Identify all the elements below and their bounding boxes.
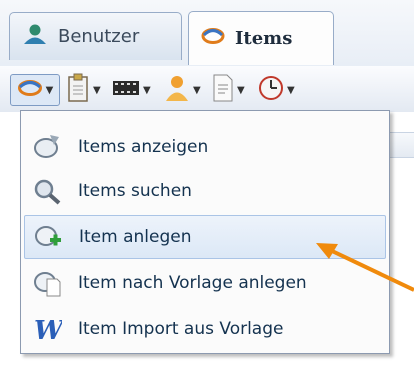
- film-menu-button[interactable]: ▼: [112, 74, 151, 106]
- tab-strip: Benutzer Items: [0, 0, 414, 66]
- clock-icon: [258, 75, 284, 105]
- tab-items[interactable]: Items: [188, 11, 334, 65]
- menu-item-label: Items anzeigen: [78, 137, 209, 157]
- template-icon: [30, 268, 64, 298]
- menu-item-label: Item anlegen: [79, 227, 192, 247]
- add-item-icon: [31, 222, 65, 252]
- toolbar: ▼ ▼ ▼ ▼ ▼ ▼: [0, 66, 414, 113]
- tab-items-label: Items: [235, 28, 293, 49]
- menu-item-items-suchen[interactable]: Items suchen: [24, 169, 386, 213]
- film-icon: [112, 77, 140, 103]
- chevron-down-icon: ▼: [143, 84, 151, 96]
- chevron-down-icon: ▼: [237, 84, 245, 96]
- clipboard-icon: [66, 73, 90, 107]
- menu-item-items-anzeigen[interactable]: Items anzeigen: [24, 125, 386, 169]
- chevron-down-icon: ▼: [45, 84, 54, 96]
- menu-item-item-anlegen[interactable]: Item anlegen: [24, 215, 386, 259]
- clock-menu-button[interactable]: ▼: [258, 74, 295, 106]
- chevron-down-icon: ▼: [287, 84, 295, 96]
- items-menu-button[interactable]: ▼: [10, 74, 60, 106]
- user-icon: [164, 74, 190, 106]
- tab-benutzer[interactable]: Benutzer: [9, 12, 182, 60]
- document-icon: [212, 74, 234, 106]
- items-dropdown-menu: Items anzeigen Items suchen Item anlegen: [20, 110, 390, 354]
- chevron-down-icon: ▼: [193, 84, 201, 96]
- menu-item-label: Items suchen: [78, 181, 192, 201]
- menu-item-item-nach-vorlage-anlegen[interactable]: Item nach Vorlage anlegen: [24, 261, 386, 305]
- items-icon: [201, 27, 225, 50]
- document-menu-button[interactable]: ▼: [212, 74, 245, 106]
- content-header: [386, 132, 414, 158]
- word-icon: W: [30, 314, 64, 344]
- chevron-down-icon: ▼: [93, 84, 101, 96]
- items-icon: [17, 78, 43, 102]
- tab-benutzer-label: Benutzer: [58, 26, 140, 47]
- menu-item-label: Item nach Vorlage anlegen: [78, 273, 307, 293]
- items-view-icon: [30, 132, 64, 162]
- search-icon: [30, 176, 64, 206]
- user-icon: [22, 23, 48, 50]
- menu-item-label: Item Import aus Vorlage: [78, 319, 284, 339]
- clipboard-menu-button[interactable]: ▼: [66, 73, 101, 107]
- menu-item-item-import-aus-vorlage[interactable]: W Item Import aus Vorlage: [24, 307, 386, 351]
- svg-text:W: W: [34, 316, 62, 343]
- user-menu-button[interactable]: ▼: [164, 74, 201, 106]
